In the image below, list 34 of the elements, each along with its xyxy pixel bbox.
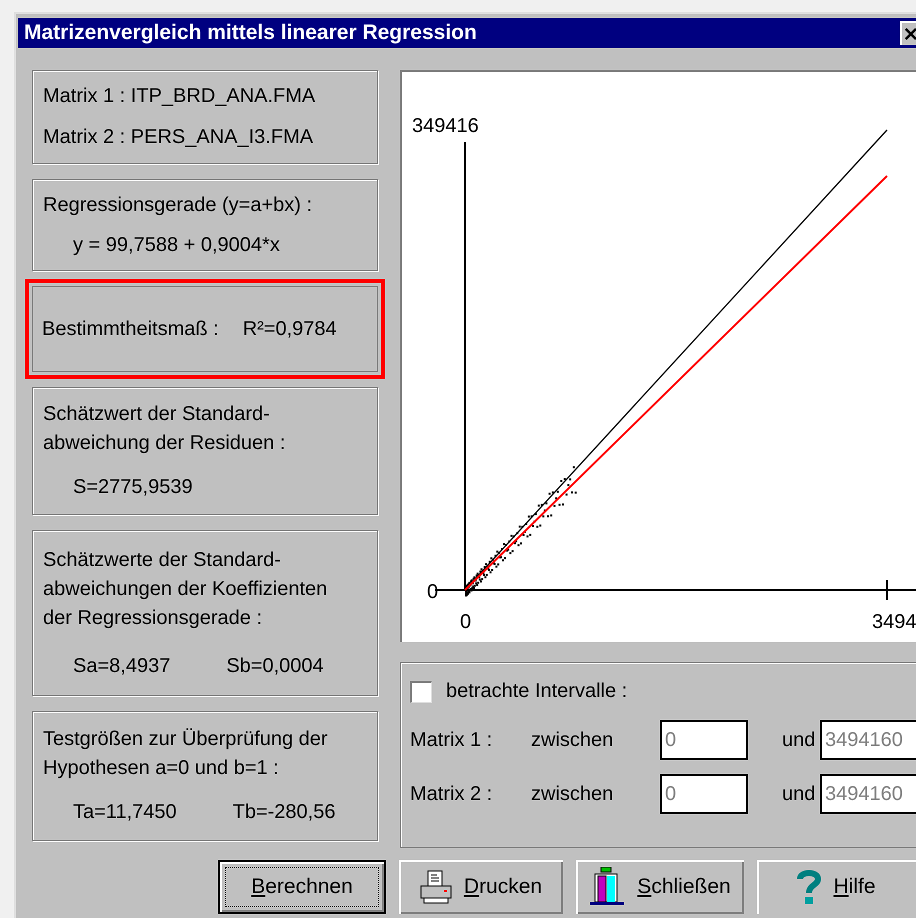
info-value: Tb=-280,56 [232, 800, 336, 826]
and-label: und [781, 728, 816, 752]
door-exit-icon [589, 867, 626, 907]
matrix-label: Matrix 1 : [410, 728, 494, 752]
info-text: Matrix 1 : ITP_BRD_ANA.FMA [43, 84, 316, 109]
info-value: R²=0,9784 [242, 316, 337, 342]
info-text: Regressionsgerade (y=a+bx) : [43, 192, 312, 218]
info-text: Bestimmtheitsmaß : [42, 316, 219, 342]
checkbox-label: betrachte Intervalle : [446, 679, 628, 704]
info-text: Schätzwerte der Standard- abweichungen der Koeffizienten der Regressionsgerade : [43, 548, 328, 630]
help-button[interactable]: Hilfe [757, 860, 916, 914]
close-window-button[interactable] [900, 21, 916, 45]
between-label: zwischen [531, 728, 614, 752]
print-button[interactable]: Drucken [399, 860, 563, 914]
axis-label: 349416 [412, 115, 479, 137]
question-mark-icon [797, 869, 822, 905]
info-text: Matrix 2 : PERS_ANA_I3.FMA [43, 125, 314, 150]
printer-icon [420, 870, 452, 904]
info-text: Sa=8,4937 [73, 654, 170, 678]
calculate-button[interactable]: Berechnen [218, 860, 386, 914]
matrix-label: Matrix 2 : [410, 782, 494, 806]
info-text: Schätzwert der Standard- abweichung der Residuen : [43, 402, 286, 456]
info-text: S=2775,9539 [73, 474, 193, 500]
checkbox[interactable] [410, 680, 432, 702]
axis-label: 0 [460, 611, 472, 633]
info-text: Testgrößen zur Überprüfung der Hypothesen a=0 und b=1 : [43, 726, 328, 781]
close-button[interactable]: Schließen [576, 860, 744, 914]
info-text: y = 99,7588 + 0,9004*x [73, 232, 280, 258]
info-value: Sb=0,0004 [226, 654, 324, 678]
axis-label: 3494 [872, 611, 916, 633]
between-label: zwischen [531, 782, 614, 806]
info-text: Ta=11,7450 [73, 800, 177, 826]
and-label: und [781, 782, 816, 806]
window-title: Matrizenvergleich mittels linearer Regression [23, 21, 477, 45]
